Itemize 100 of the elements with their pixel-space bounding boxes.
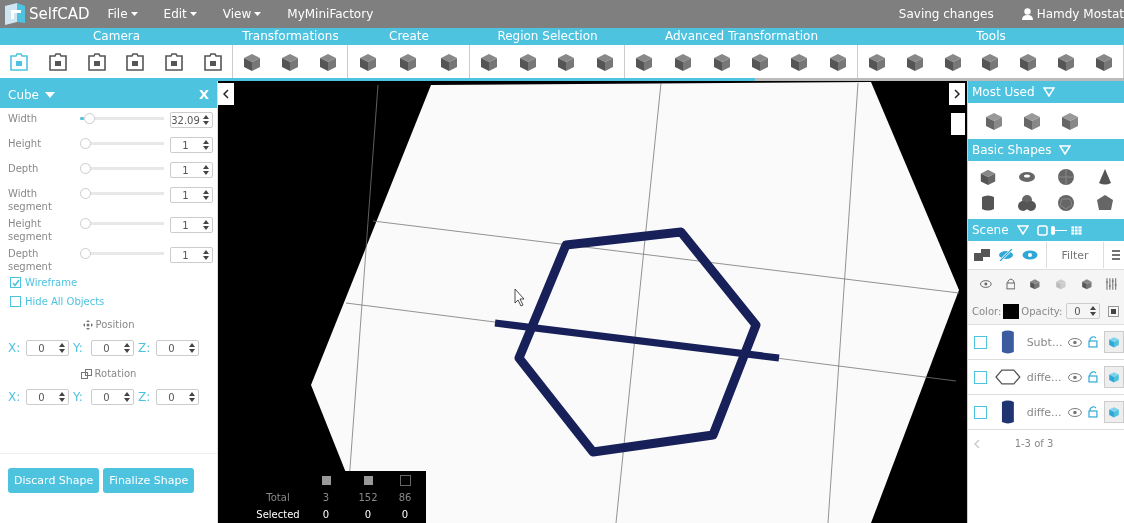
menu-button[interactable]: File <box>107 7 138 21</box>
knot-icon[interactable] <box>1017 193 1036 213</box>
caret-icon[interactable] <box>130 12 138 16</box>
number-field[interactable]: 1 <box>170 162 213 178</box>
mouse-cursor-icon <box>514 288 525 307</box>
scene-object-row[interactable]: Subt... <box>968 325 1124 360</box>
object-name: Subt... <box>1026 335 1063 349</box>
section-title[interactable]: Scene <box>972 223 1009 237</box>
section-title: Position <box>95 319 135 330</box>
spinner-arrows-icon[interactable] <box>203 115 209 125</box>
number-field[interactable]: 1 <box>170 217 213 233</box>
spinner-arrows-icon[interactable] <box>59 392 65 402</box>
spinner-arrows-icon[interactable] <box>203 190 209 200</box>
hidden-eye-icon[interactable] <box>998 249 1014 261</box>
panel-title[interactable]: Cube <box>8 87 39 102</box>
app-logo[interactable]: SelfCAD <box>29 5 90 23</box>
spinner-arrows-icon[interactable] <box>59 343 65 353</box>
chevron-left-icon[interactable] <box>223 89 229 99</box>
cube-icon[interactable] <box>1060 111 1080 131</box>
number-field[interactable]: 0 <box>91 389 134 405</box>
spinner-arrows-icon[interactable] <box>203 165 209 175</box>
slider-thumb[interactable] <box>80 188 91 199</box>
menu-button[interactable]: View <box>222 7 262 21</box>
spinner-arrows-icon[interactable] <box>124 392 130 402</box>
eye-icon[interactable] <box>980 280 992 288</box>
menu-icon[interactable] <box>1112 250 1120 260</box>
number-field[interactable]: 0 <box>156 389 199 405</box>
sliders-icon[interactable] <box>1106 278 1118 290</box>
stats-label: Total <box>265 491 291 503</box>
checkbox[interactable] <box>974 405 987 419</box>
sphere-icon[interactable] <box>1056 193 1075 213</box>
category-label: Transformations <box>241 28 340 45</box>
slider-thumb[interactable] <box>83 113 95 124</box>
spinner-arrows-icon[interactable] <box>203 220 209 230</box>
spinner-arrows-icon[interactable] <box>124 343 130 353</box>
bar-shape[interactable] <box>494 319 780 362</box>
shape-button[interactable]: Finalize Shape <box>103 468 195 493</box>
scene-object-row[interactable]: diffe... <box>968 395 1124 430</box>
number-field[interactable]: 1 <box>170 187 213 203</box>
shape-button[interactable]: Discard Shape <box>8 468 100 493</box>
expand-button[interactable] <box>949 83 965 105</box>
objects-icon[interactable] <box>974 249 990 261</box>
checkbox[interactable] <box>974 370 987 384</box>
slider-thumb[interactable] <box>80 218 91 229</box>
sphere-icon[interactable] <box>1056 167 1075 187</box>
caret-icon[interactable] <box>254 12 262 16</box>
close-button[interactable]: X <box>198 87 209 102</box>
spinner-arrows-icon[interactable] <box>189 392 195 402</box>
eye-icon[interactable] <box>1068 337 1083 347</box>
3d-viewport[interactable]: Total 3 152 86 Selected 0 0 0 <box>218 81 967 523</box>
user-name[interactable]: Hamdy Mostat <box>1036 7 1124 21</box>
cube-icon[interactable] <box>1022 111 1042 131</box>
cube-icon[interactable] <box>978 167 997 187</box>
caret-icon[interactable] <box>189 12 197 16</box>
checkbox[interactable] <box>10 296 21 307</box>
cylinder-icon[interactable] <box>980 193 995 213</box>
axis-label: Z: <box>138 341 152 355</box>
checkbox[interactable] <box>10 277 21 288</box>
checkbox[interactable] <box>974 335 987 349</box>
eye-icon[interactable] <box>1068 407 1083 417</box>
menu-button[interactable]: Edit <box>163 7 197 21</box>
number-field[interactable]: 0 <box>91 340 134 356</box>
spinner-arrows-icon[interactable] <box>189 343 195 353</box>
opacity-field[interactable]: 0 <box>1066 303 1101 319</box>
cube-icon[interactable] <box>1029 278 1042 290</box>
number-field[interactable]: 0 <box>26 389 69 405</box>
slider-thumb[interactable] <box>80 163 91 174</box>
eye-icon[interactable] <box>1068 372 1083 382</box>
stats-value: 86 <box>397 491 413 503</box>
chevron-right-icon[interactable] <box>954 89 960 99</box>
polyhedron-icon[interactable] <box>1095 193 1114 213</box>
number-field[interactable]: 32.09 <box>170 112 213 128</box>
spinner-arrows-icon[interactable] <box>203 250 209 260</box>
menu-link[interactable]: MyMiniFactory <box>287 7 374 21</box>
scene-object-row[interactable]: diffe... <box>968 360 1124 395</box>
collapse-button[interactable] <box>218 83 234 105</box>
param-label: Width <box>8 112 39 125</box>
spinner-arrows-icon[interactable] <box>203 140 209 150</box>
number-field[interactable]: 1 <box>170 247 213 263</box>
stop-icon[interactable] <box>1108 305 1120 317</box>
number-field[interactable]: 1 <box>170 137 213 153</box>
view-toggle-icon[interactable] <box>1036 224 1083 236</box>
rotate-icon <box>80 368 92 379</box>
checkbox-label[interactable]: Wireframe <box>25 277 78 288</box>
cube-icon[interactable] <box>984 111 1004 131</box>
cone-icon[interactable] <box>1097 167 1112 187</box>
filter-field[interactable]: Filter <box>1046 242 1104 268</box>
eye-icon[interactable] <box>1022 250 1038 260</box>
color-swatch[interactable] <box>1003 303 1020 319</box>
cube-icon[interactable] <box>1080 278 1093 290</box>
lock-icon[interactable] <box>1005 278 1016 290</box>
param-label: Depth segment <box>8 247 53 273</box>
slider-thumb[interactable] <box>80 138 91 149</box>
number-field[interactable]: 0 <box>156 340 199 356</box>
object-name: diffe... <box>1026 370 1063 384</box>
hexagon-shape[interactable] <box>514 227 761 457</box>
number-field[interactable]: 0 <box>26 340 69 356</box>
spinner-arrows-icon[interactable] <box>1090 306 1097 316</box>
checkbox-label[interactable]: Hide All Objects <box>25 296 105 307</box>
slider-thumb[interactable] <box>80 248 91 259</box>
